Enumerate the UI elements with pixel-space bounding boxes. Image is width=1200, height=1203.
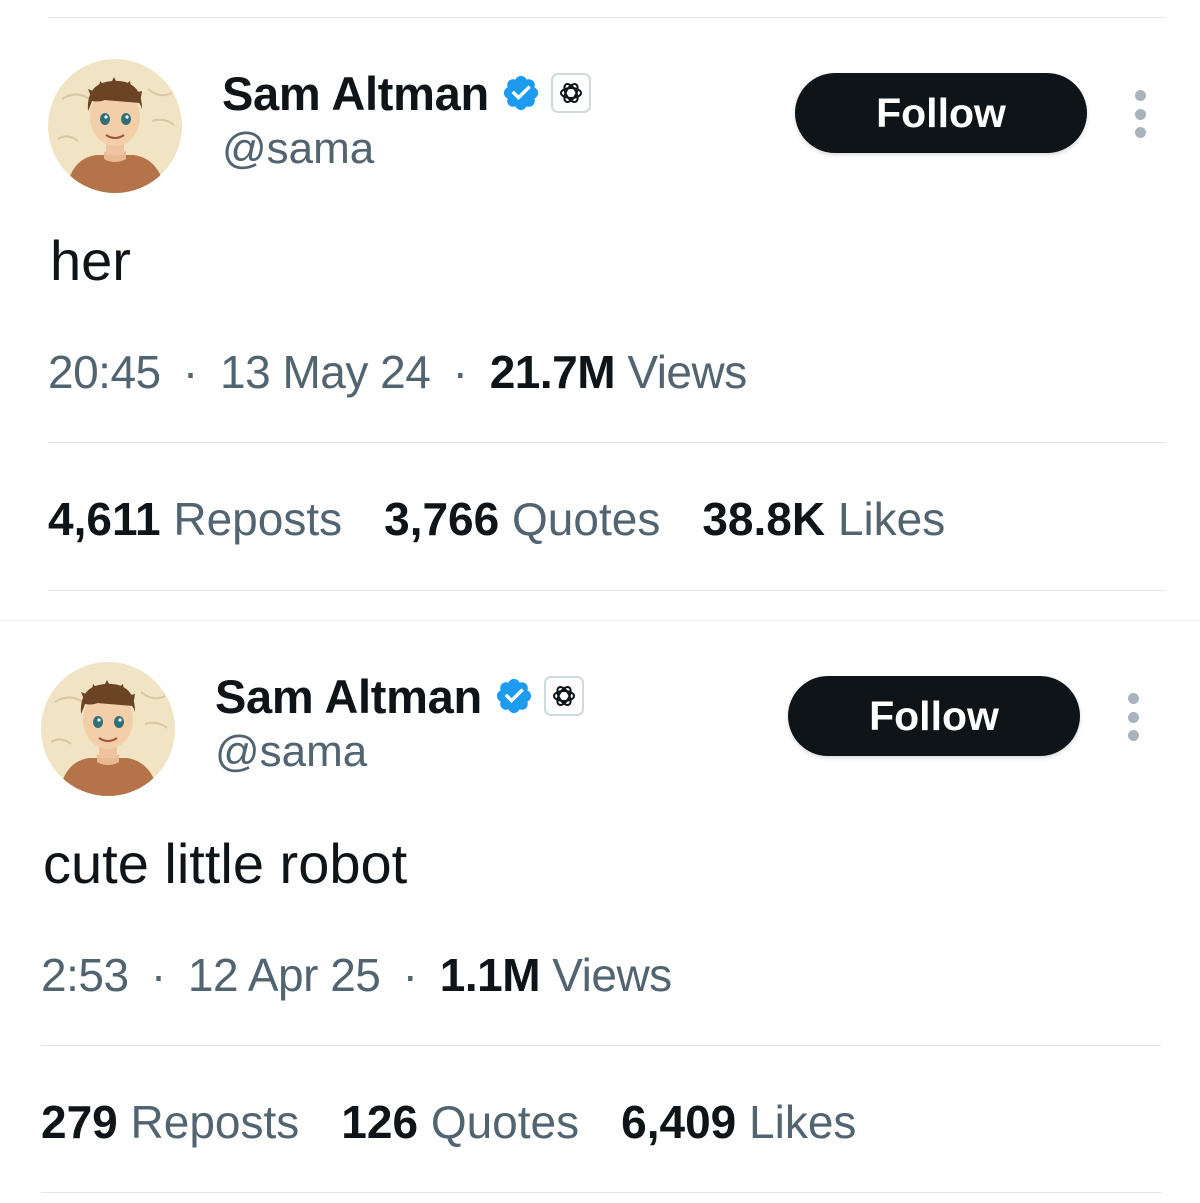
engagement-stats: 279 Reposts 126 Quotes 6,409 Likes (41, 1095, 898, 1149)
author-handle[interactable]: @sama (215, 727, 367, 777)
post-date[interactable]: 13 May 24 (220, 346, 431, 398)
views-label: Views (552, 949, 672, 1001)
quotes-count: 126 (341, 1096, 419, 1148)
post-meta: 20:45 · 13 May 24 · 21.7M Views (48, 345, 747, 399)
author-display-name[interactable]: Sam Altman (215, 669, 482, 724)
more-dot (1134, 127, 1146, 138)
openai-knot-icon (559, 82, 582, 104)
author-name-row: Sam Altman (215, 667, 584, 725)
follow-button[interactable]: Follow (795, 73, 1087, 153)
avatar-portrait-image (41, 662, 175, 796)
reposts-stat[interactable]: 279 Reposts (41, 1095, 299, 1149)
reposts-count: 4,611 (48, 493, 161, 545)
views-count: 1.1M (439, 949, 541, 1001)
more-dot (1127, 693, 1139, 704)
author-avatar[interactable] (41, 662, 175, 796)
divider (48, 442, 1166, 443)
meta-separator: · (182, 346, 198, 398)
author-avatar[interactable] (48, 59, 182, 193)
views-label: Views (627, 346, 747, 398)
likes-label: Likes (749, 1096, 857, 1148)
reposts-label: Reposts (173, 493, 343, 545)
divider (41, 1192, 1161, 1193)
openai-logo-icon[interactable] (543, 676, 584, 716)
likes-label: Likes (837, 493, 946, 545)
meta-separator: · (452, 346, 468, 398)
quotes-stat[interactable]: 3,766 Quotes (384, 492, 660, 546)
more-dot (1134, 90, 1146, 101)
verified-badge-icon (496, 678, 531, 714)
verified-badge-icon (503, 75, 538, 111)
post-meta: 2:53 · 12 Apr 25 · 1.1M Views (41, 948, 672, 1002)
meta-separator: · (150, 949, 166, 1001)
reposts-label: Reposts (130, 1096, 300, 1148)
views-count: 21.7M (489, 346, 616, 398)
author-display-name[interactable]: Sam Altman (222, 66, 489, 121)
quotes-label: Quotes (430, 1096, 580, 1148)
follow-button[interactable]: Follow (788, 676, 1080, 756)
likes-count: 6,409 (621, 1096, 737, 1148)
openai-knot-icon (552, 685, 575, 707)
divider (41, 1045, 1161, 1046)
engagement-stats: 4,611 Reposts 3,766 Quotes 38.8K Likes (48, 492, 987, 546)
post-date[interactable]: 12 Apr 25 (188, 949, 381, 1001)
author-handle[interactable]: @sama (222, 124, 374, 174)
post-text: cute little robot (43, 832, 408, 895)
more-dot (1127, 730, 1139, 741)
likes-count: 38.8K (702, 493, 826, 545)
openai-logo-icon[interactable] (550, 73, 591, 113)
more-dot (1127, 711, 1139, 723)
post-text: her (50, 229, 131, 292)
reposts-count: 279 (41, 1096, 118, 1148)
post-time[interactable]: 20:45 (48, 346, 161, 398)
avatar-portrait-image (48, 59, 182, 193)
reposts-stat[interactable]: 4,611 Reposts (48, 492, 342, 546)
more-options-icon[interactable] (1124, 90, 1156, 138)
meta-separator: · (402, 949, 418, 1001)
quotes-label: Quotes (512, 493, 661, 545)
post-time[interactable]: 2:53 (41, 949, 129, 1001)
likes-stat[interactable]: 6,409 Likes (621, 1095, 856, 1149)
quotes-count: 3,766 (384, 493, 500, 545)
quotes-stat[interactable]: 126 Quotes (341, 1095, 579, 1149)
more-dot (1134, 108, 1146, 120)
divider (48, 590, 1166, 591)
likes-stat[interactable]: 38.8K Likes (702, 492, 945, 546)
more-options-icon[interactable] (1117, 693, 1149, 741)
author-name-row: Sam Altman (222, 64, 591, 122)
